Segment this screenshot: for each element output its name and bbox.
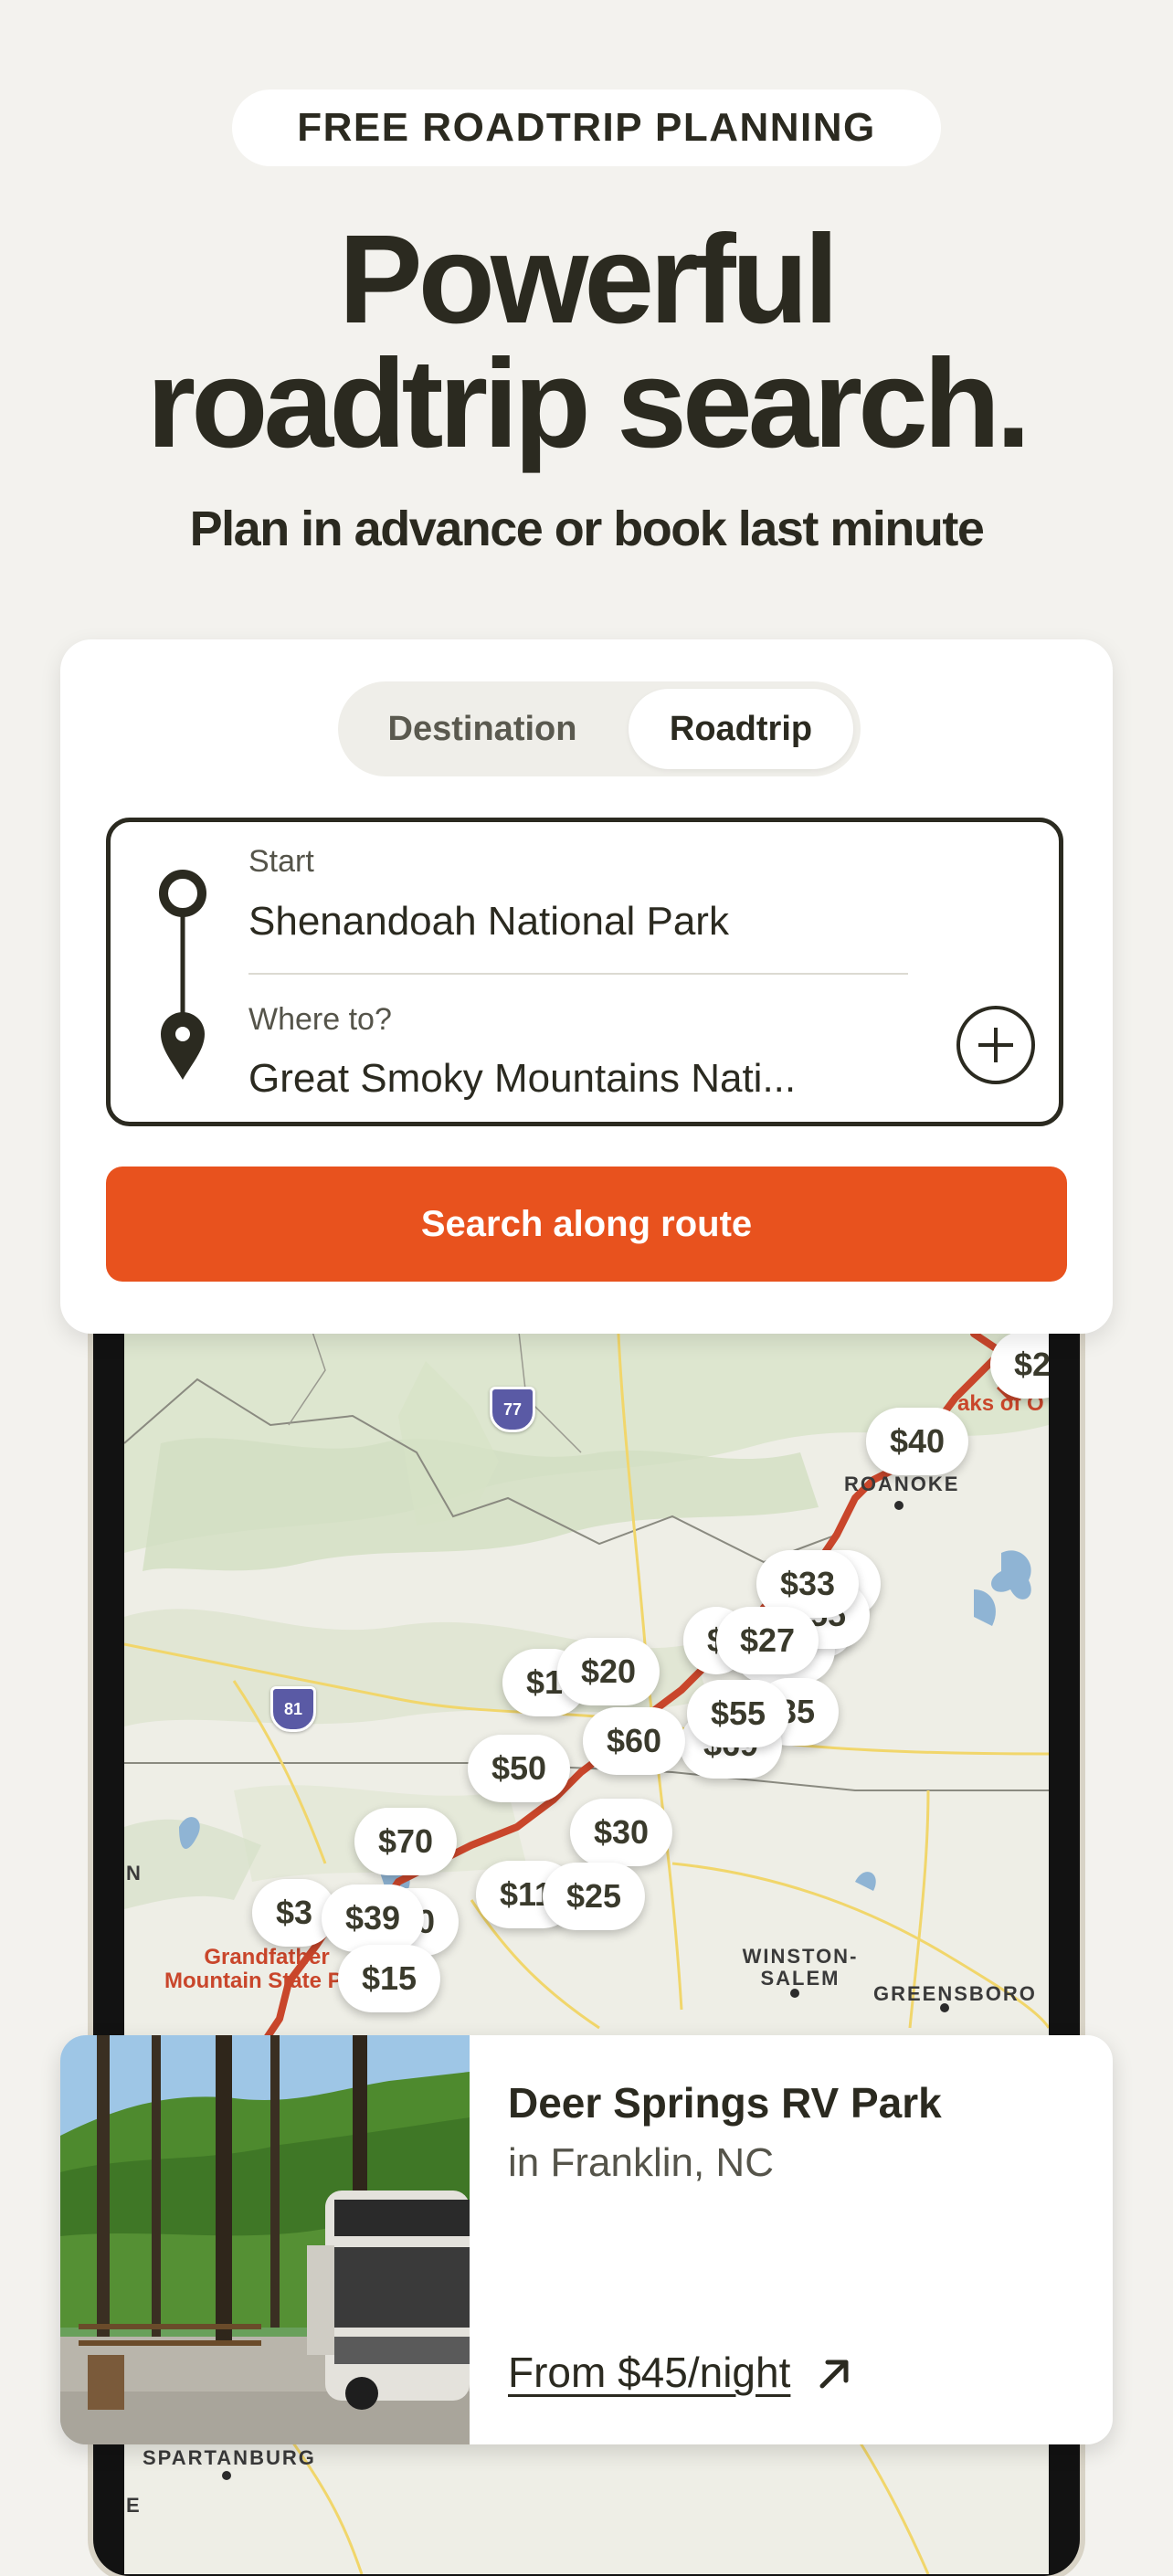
page-subheadline: Plan in advance or book last minute bbox=[189, 501, 985, 556]
headline-line-2: roadtrip search. bbox=[146, 333, 1030, 474]
price-marker[interactable]: $15 bbox=[337, 1945, 441, 2012]
arrow-up-right-icon[interactable] bbox=[815, 2353, 855, 2393]
free-roadtrip-planning-badge: FREE ROADTRIP PLANNING bbox=[232, 90, 941, 166]
campground-photo bbox=[60, 2035, 470, 2444]
route-connector-icon bbox=[159, 870, 206, 1080]
price-marker[interactable]: $25 bbox=[542, 1863, 646, 1930]
price-marker[interactable]: $50 bbox=[467, 1735, 571, 1802]
listing-price-link[interactable]: From $45/night bbox=[508, 2348, 790, 2397]
interstate-81-shield: 81 bbox=[270, 1686, 316, 1732]
start-field-label: Start bbox=[248, 844, 314, 879]
field-divider bbox=[248, 973, 908, 975]
search-along-route-button[interactable]: Search along route bbox=[106, 1167, 1067, 1282]
place-label-winston-salem: WINSTON-SALEM bbox=[742, 1945, 859, 1990]
place-label-e: E bbox=[126, 2494, 142, 2517]
destination-field[interactable]: Great Smoky Mountains Nati... bbox=[248, 1056, 796, 1102]
tab-roadtrip[interactable]: Roadtrip bbox=[629, 689, 853, 769]
price-marker[interactable]: $2 bbox=[989, 1331, 1049, 1399]
price-marker[interactable]: $55 bbox=[686, 1680, 790, 1747]
listing-location: in Franklin, NC bbox=[508, 2140, 774, 2185]
price-marker[interactable]: $40 bbox=[865, 1408, 969, 1475]
page-headline: Powerful roadtrip search. bbox=[0, 209, 1173, 474]
price-marker[interactable]: $60 bbox=[582, 1707, 686, 1775]
price-marker[interactable]: $27 bbox=[715, 1607, 819, 1674]
price-marker[interactable]: $39 bbox=[321, 1884, 425, 1952]
search-mode-toggle: Destination Roadtrip bbox=[338, 681, 861, 776]
place-label-greensboro: GREENSBORO bbox=[873, 1982, 1037, 2005]
park-label-mountain-state-park: Mountain State P bbox=[164, 1969, 343, 1993]
headline-line-1: Powerful bbox=[338, 209, 840, 350]
listing-name: Deer Springs RV Park bbox=[508, 2079, 942, 2127]
start-field[interactable]: Shenandoah National Park bbox=[248, 899, 729, 945]
interstate-77-shield: 77 bbox=[490, 1387, 535, 1432]
tab-destination[interactable]: Destination bbox=[345, 689, 619, 769]
add-stop-button[interactable] bbox=[956, 1006, 1035, 1084]
place-label-spartanburg: SPARTANBURG bbox=[143, 2446, 316, 2469]
price-marker[interactable]: $30 bbox=[569, 1799, 673, 1866]
plus-icon bbox=[978, 1028, 1013, 1062]
place-label-n: N bbox=[126, 1862, 143, 1884]
price-marker[interactable]: $70 bbox=[354, 1808, 458, 1875]
park-label-grandfather: Grandfather bbox=[204, 1945, 330, 1969]
price-marker[interactable]: $20 bbox=[556, 1638, 660, 1705]
place-label-roanoke: ROANOKE bbox=[844, 1473, 960, 1495]
destination-field-label: Where to? bbox=[248, 1002, 392, 1037]
